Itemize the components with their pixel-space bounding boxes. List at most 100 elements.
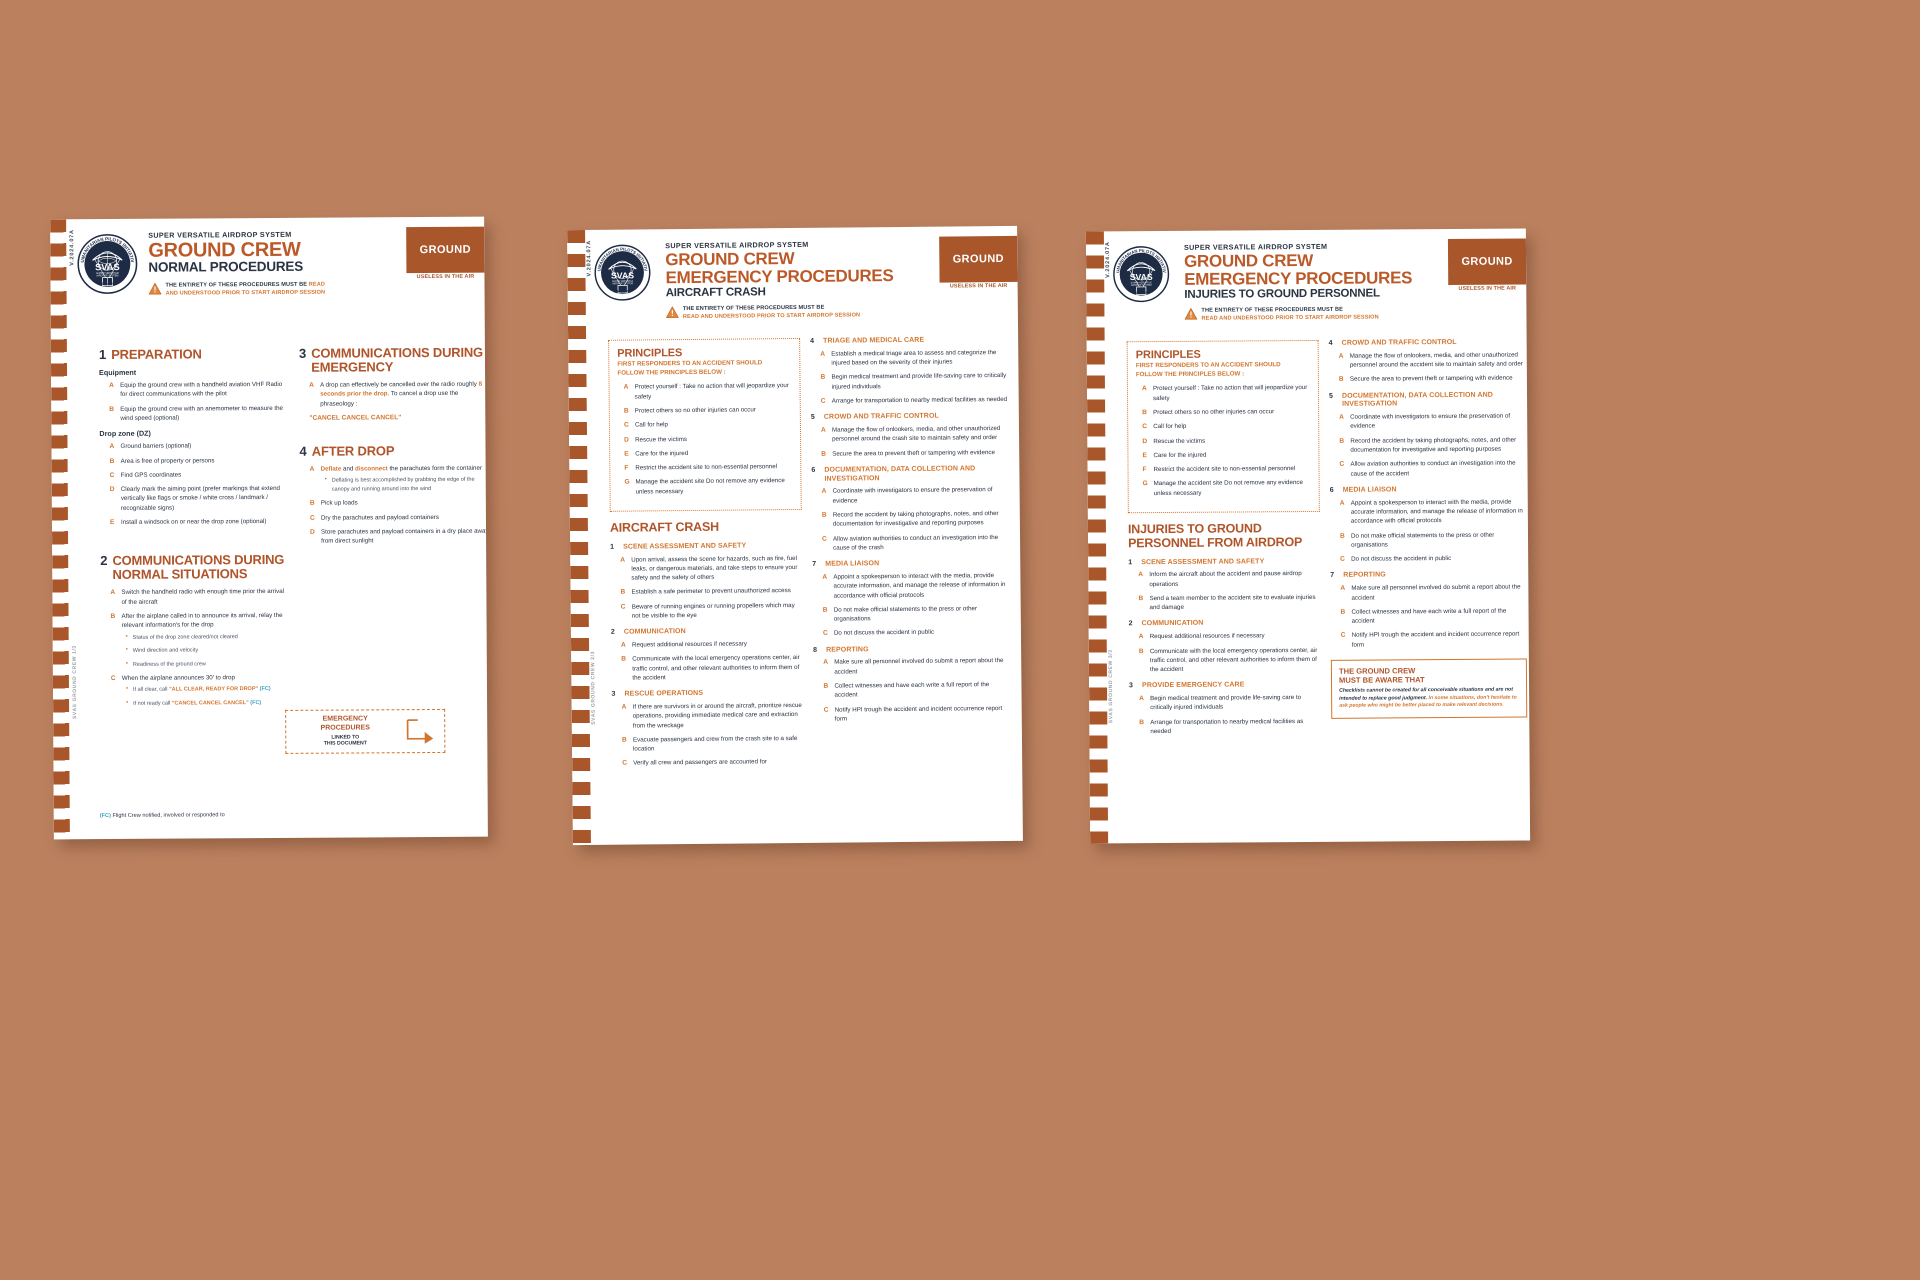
list-item: B Protect others so no other injuries can… bbox=[624, 405, 792, 416]
item-letter: A bbox=[1138, 633, 1144, 641]
list-item: C Do not discuss the accident in public bbox=[1340, 554, 1526, 565]
list-item: A Appoint a spokesperson to interact with… bbox=[1340, 497, 1526, 526]
subsection-number: 2 bbox=[610, 629, 615, 637]
item-letter: D bbox=[624, 436, 629, 444]
item-letter: A bbox=[823, 659, 829, 667]
item-letter: B bbox=[621, 736, 627, 744]
principles-sub2: FOLLOW THE PRINCIPLES BELOW : bbox=[617, 368, 726, 377]
item-letter: C bbox=[820, 397, 826, 405]
item-letter: A bbox=[309, 381, 314, 389]
item-text: Allow aviation authorities to conduct an… bbox=[832, 533, 999, 552]
list-item: C Notify HPI trough the accident and inci… bbox=[1341, 630, 1527, 650]
section-3-title: COMMUNICATIONS DURING EMERGENCY bbox=[311, 344, 483, 375]
big-heading-text: AIRCRAFT CRASH bbox=[609, 519, 719, 535]
item-letter: C bbox=[1339, 461, 1345, 469]
item-letter: A bbox=[1339, 499, 1345, 507]
item-letter: D bbox=[1142, 437, 1148, 445]
list-item: D Clearly mark the aiming point (prefer m… bbox=[110, 484, 290, 513]
list-item: B Area is free of property or persons bbox=[110, 455, 290, 465]
item-text: Rescue the victims bbox=[1153, 437, 1206, 445]
item-letter: B bbox=[820, 374, 826, 382]
subsection-2-header: 2 COMMUNICATION bbox=[611, 627, 803, 638]
list-item: B Do not make official statements to the … bbox=[1340, 530, 1526, 550]
item-text: Secure the area to prevent theft or tamp… bbox=[1349, 374, 1513, 384]
subsection-2-list: A Request additional resources if necessa… bbox=[621, 639, 803, 683]
version-code: V.2024.07A bbox=[586, 239, 593, 277]
perforation-stripe bbox=[567, 230, 591, 846]
big-heading-line2: PERSONNEL FROM AIRDROP bbox=[1127, 534, 1303, 551]
item-letter: F bbox=[624, 464, 629, 472]
item-text: Manage the flow of onlookers, media, and… bbox=[1349, 351, 1523, 369]
aware-heading-line1: THE GROUND CREW bbox=[1338, 666, 1416, 676]
principles-sub1: FIRST RESPONDERS TO AN ACCIDENT SHOULD bbox=[1135, 361, 1281, 370]
list-item: B Establish a safe perimeter to prevent u… bbox=[620, 586, 802, 597]
section-2-number: 2 bbox=[100, 553, 108, 569]
subsection-4-header: 4 TRIAGE AND MEDICAL CARE bbox=[810, 336, 1010, 347]
list-item: A Establish a medical triage area to asse… bbox=[820, 348, 1010, 368]
principles-title: PRINCIPLES bbox=[1135, 348, 1201, 362]
item-text: Send a team member to the accident site … bbox=[1149, 593, 1316, 612]
injuries-heading: INJURIES TO GROUND PERSONNEL FROM AIRDRO… bbox=[1127, 521, 1320, 551]
item-letter: B bbox=[821, 450, 827, 458]
item-letter: C bbox=[620, 603, 626, 611]
item-text: Care for the injured bbox=[1153, 451, 1207, 459]
subsection-1-header: 1 SCENE ASSESSMENT AND SAFETY bbox=[1128, 557, 1320, 567]
emergency-link-line1: EMERGENCY bbox=[322, 715, 368, 724]
list-item: C When the airplane announces 30' to dro… bbox=[111, 673, 291, 708]
list-item: B Evacuate passengers and crew from the c… bbox=[622, 734, 804, 754]
subsection-3-header: 3 RESCUE OPERATIONS bbox=[611, 689, 803, 700]
subsection-3-list: A Begin medical treatment and provide lif… bbox=[1139, 693, 1321, 736]
emergency-procedures-link-box[interactable]: EMERGENCY PROCEDURES LINKED TO THIS DOCU… bbox=[285, 708, 446, 754]
subsection-title: CROWD AND TRAFFIC CONTROL bbox=[823, 412, 939, 421]
equipment-subhead: Equipment bbox=[99, 367, 137, 378]
list-item: E Care for the injured bbox=[1142, 450, 1310, 460]
subsection-5-list: A Coordinate with investigators to ensure… bbox=[1339, 412, 1525, 479]
item-letter: G bbox=[624, 479, 630, 487]
sub-pre: If all clear, call bbox=[132, 687, 170, 694]
principles-subtitle: FIRST RESPONDERS TO AN ACCIDENT SHOULD F… bbox=[617, 359, 791, 378]
subsection-number: 5 bbox=[1328, 392, 1333, 400]
principles-sub1: FIRST RESPONDERS TO AN ACCIDENT SHOULD bbox=[617, 359, 763, 368]
sub-item: Wind direction and velocity bbox=[126, 646, 291, 656]
list-item: C Allow aviation authorities to conduct a… bbox=[1339, 459, 1525, 479]
list-item: A Protect yourself : Take no action that … bbox=[624, 381, 792, 401]
item-text: Secure the area to prevent theft or tamp… bbox=[832, 448, 995, 458]
emergency-link-line2: PROCEDURES bbox=[320, 724, 370, 732]
item-letter: A bbox=[621, 641, 626, 649]
item-letter: G bbox=[1142, 480, 1148, 488]
card-page-2: V.2024.07A SVAS GROUND CREW 2/3 SVAS SUP… bbox=[567, 225, 1023, 846]
item-letter: A bbox=[1339, 413, 1344, 421]
list-item: C Do not discuss the accident in public bbox=[823, 627, 1013, 638]
sub-item: If not ready call "CANCEL CANCEL CANCEL"… bbox=[126, 699, 291, 709]
subsection-title: COMMUNICATION bbox=[623, 628, 686, 636]
list-item: A Coordinate with investigators to ensure… bbox=[822, 485, 1012, 505]
cancel-phraseology: "CANCEL CANCEL CANCEL" bbox=[309, 414, 402, 422]
item-letter: B bbox=[110, 612, 116, 620]
item-text: Manage the accident site Do not remove a… bbox=[1153, 479, 1303, 497]
subsection-1-list: A Upon arrival, assess the scene for haza… bbox=[620, 553, 803, 621]
item-letter: A bbox=[309, 465, 315, 473]
item-letter: A bbox=[1139, 695, 1144, 703]
section-3-header: 3 COMMUNICATIONS DURING EMERGENCY bbox=[299, 345, 488, 375]
equipment-list: A Equip the ground crew with a handheld a… bbox=[109, 380, 289, 423]
item-text-part: and bbox=[341, 465, 356, 473]
item-letter: E bbox=[624, 450, 629, 458]
screenshot-canvas: V.2024.07A SVAS GROUND CREW 1/3 SVAS SUP… bbox=[0, 0, 1920, 1280]
item-text: Request additional resources if necessar… bbox=[632, 640, 747, 649]
subsection-number: 4 bbox=[1328, 339, 1333, 347]
list-item: A If there are survivors in or around the… bbox=[622, 701, 804, 731]
section-3-number: 3 bbox=[298, 345, 307, 361]
subsection-title: MEDIA LIAISON bbox=[1342, 486, 1397, 494]
page2-left-column: PRINCIPLES FIRST RESPONDERS TO AN ACCIDE… bbox=[608, 337, 804, 775]
item-text-part: the parachutes form the container bbox=[387, 464, 482, 473]
subsection-number: 1 bbox=[1128, 558, 1133, 566]
list-item: B Communicate with the local emergency op… bbox=[621, 653, 803, 683]
list-item: C Call for help bbox=[624, 419, 792, 430]
item-text: Install a windsock on or near the drop z… bbox=[120, 518, 267, 526]
subsection-title: SCENE ASSESSMENT AND SAFETY bbox=[623, 542, 747, 551]
item-letter: C bbox=[823, 706, 829, 714]
item-text-accent: disconnect bbox=[355, 465, 388, 473]
item-text: Begin medical treatment and provide life… bbox=[831, 372, 1007, 391]
subsection-number: 6 bbox=[811, 466, 816, 474]
item-letter: B bbox=[623, 407, 629, 415]
